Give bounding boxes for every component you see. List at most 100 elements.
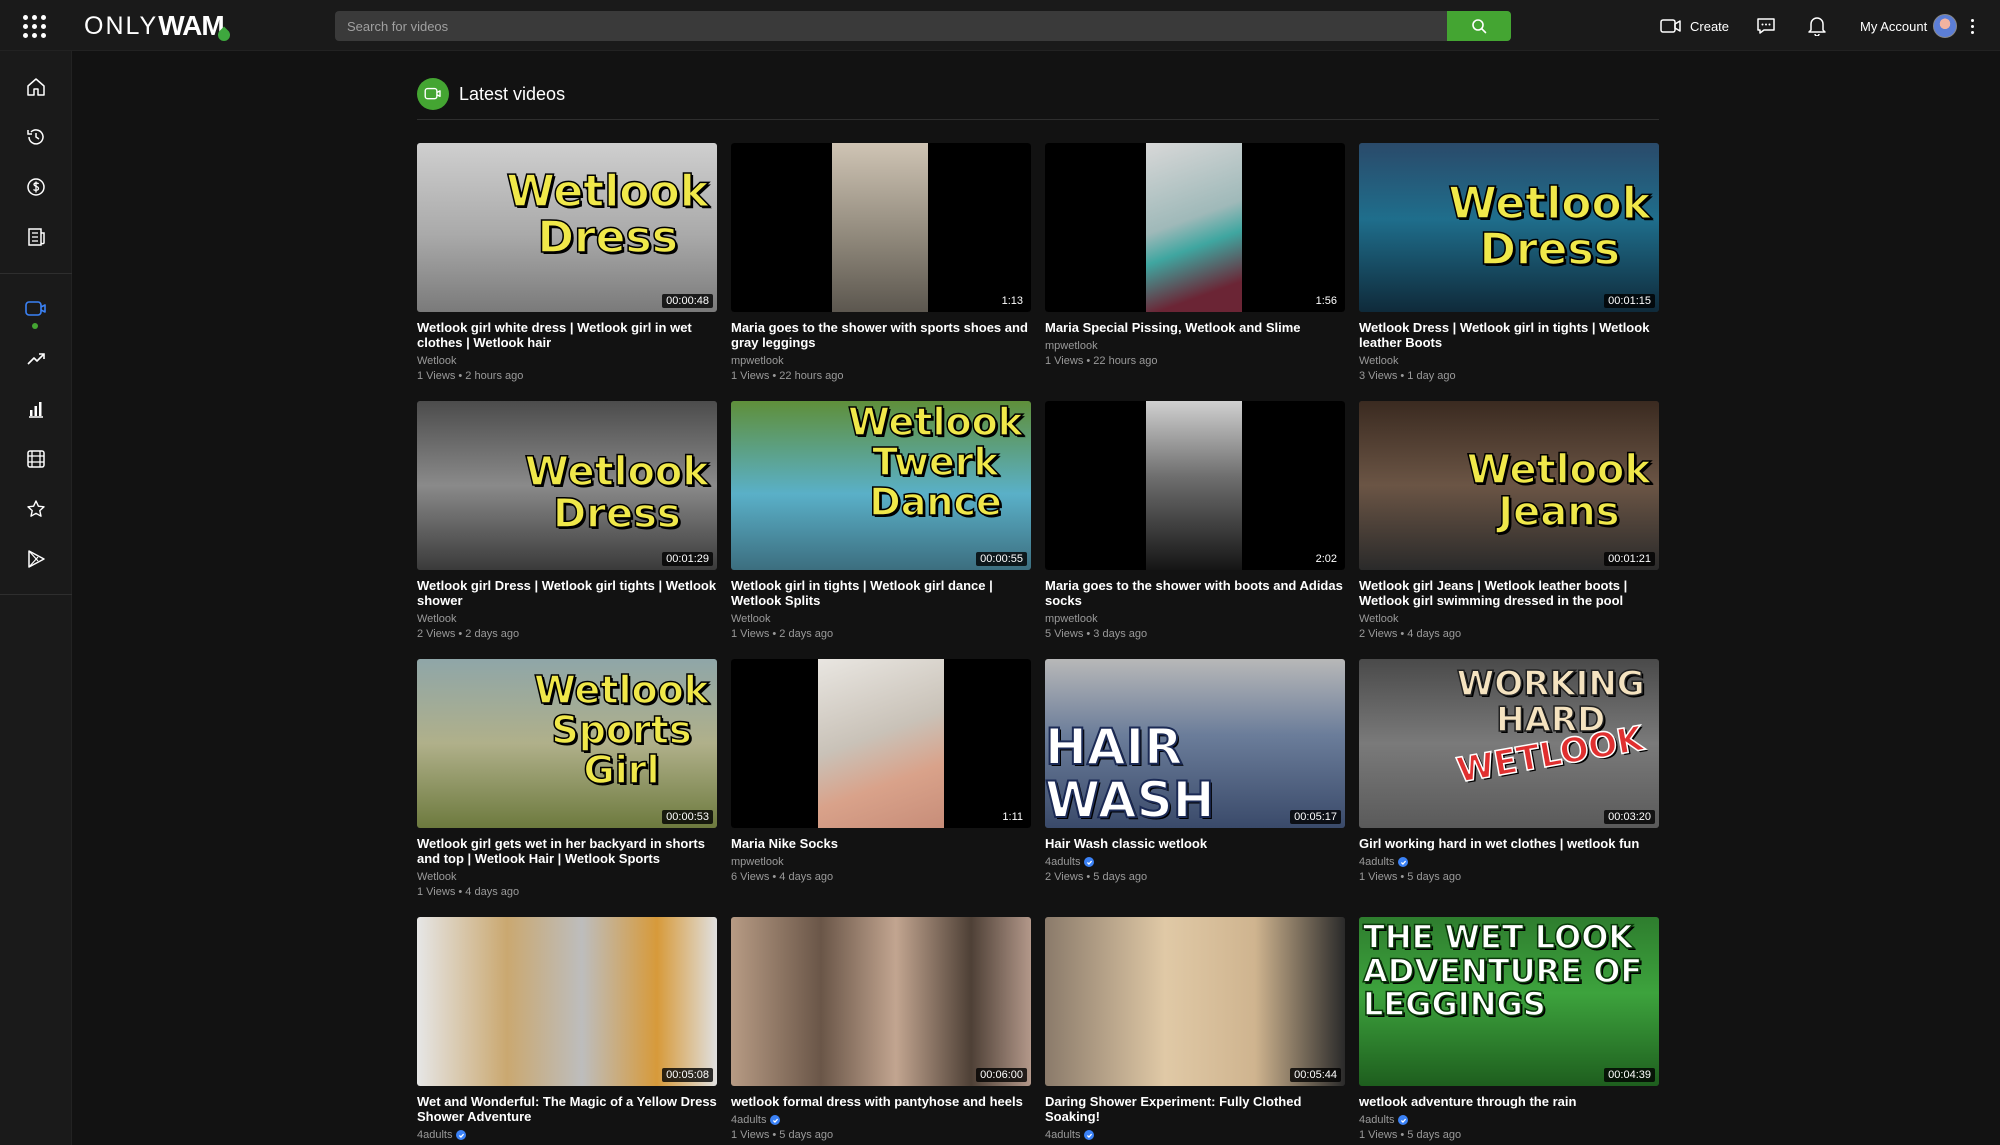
- video-title[interactable]: Wet and Wonderful: The Magic of a Yellow…: [417, 1094, 717, 1124]
- video-thumbnail[interactable]: 00:05:44: [1045, 917, 1345, 1086]
- channel-link[interactable]: Wetlook: [731, 613, 1031, 625]
- channel-link[interactable]: 4adults: [1045, 856, 1345, 868]
- video-card[interactable]: Wetlook Twerk Dance 00:00:55 Wetlook girl in…: [731, 401, 1031, 659]
- video-title[interactable]: Maria goes to the shower with sports sho…: [731, 320, 1031, 350]
- channel-link[interactable]: 4adults: [731, 1114, 1031, 1126]
- sidebar-item-trending[interactable]: [16, 339, 56, 379]
- video-card[interactable]: Wetlook Dress 00:01:29 Wetlook girl Dress |…: [417, 401, 717, 659]
- video-thumbnail[interactable]: Wetlook Dress 00:00:48: [417, 143, 717, 312]
- video-title[interactable]: wetlook adventure through the rain: [1359, 1094, 1659, 1109]
- video-thumbnail[interactable]: HAIR WASH 00:05:17: [1045, 659, 1345, 828]
- video-card[interactable]: 00:06:00 wetlook formal dress with pantyh…: [731, 917, 1031, 1145]
- channel-link[interactable]: Wetlook: [417, 355, 717, 367]
- trending-icon: [27, 353, 45, 365]
- video-thumbnail[interactable]: Wetlook Sports Girl 00:00:53: [417, 659, 717, 828]
- channel-name: Wetlook: [417, 355, 457, 367]
- thumbnail-overlay-text: Wetlook Dress: [524, 450, 710, 536]
- channel-link[interactable]: 4adults: [1359, 1114, 1659, 1126]
- channel-link[interactable]: 4adults: [417, 1129, 717, 1141]
- video-title[interactable]: Wetlook girl Jeans | Wetlook leather boo…: [1359, 578, 1659, 608]
- sidebar-item-favorites[interactable]: [16, 489, 56, 529]
- film-icon: [27, 450, 45, 468]
- channel-name: 4adults: [1045, 856, 1081, 868]
- overlay-line: Twerk: [871, 439, 999, 484]
- sidebar-item-monetization[interactable]: [16, 167, 56, 207]
- play-store-icon: [28, 550, 45, 568]
- duration-badge: 00:01:15: [1604, 294, 1655, 308]
- channel-link[interactable]: Wetlook: [417, 871, 717, 883]
- sidebar-item-statistics[interactable]: [16, 389, 56, 429]
- video-thumbnail[interactable]: WORKING HARD WETLOOK 00:03:20: [1359, 659, 1659, 828]
- video-thumbnail[interactable]: Wetlook Twerk Dance 00:00:55: [731, 401, 1031, 570]
- video-thumbnail[interactable]: 1:13: [731, 143, 1031, 312]
- video-card[interactable]: 1:11 Maria Nike Socks mpwetlook 6 Views • 4…: [731, 659, 1031, 917]
- notifications-button[interactable]: [1805, 14, 1829, 38]
- video-thumbnail[interactable]: THE WET LOOK ADVENTURE OF LEGGINGS 00:04:39: [1359, 917, 1659, 1086]
- channel-link[interactable]: mpwetlook: [1045, 340, 1345, 352]
- duration-badge: 00:05:44: [1290, 1068, 1341, 1082]
- video-title[interactable]: Maria goes to the shower with boots and …: [1045, 578, 1345, 608]
- video-card[interactable]: Wetlook Sports Girl 00:00:53 Wetlook girl ge…: [417, 659, 717, 917]
- search-input[interactable]: [335, 11, 1446, 41]
- video-card[interactable]: 1:56 Maria Special Pissing, Wetlook and S…: [1045, 143, 1345, 401]
- search-button[interactable]: [1447, 11, 1511, 41]
- video-card[interactable]: 00:05:08 Wet and Wonderful: The Magic of …: [417, 917, 717, 1145]
- video-thumbnail[interactable]: 00:05:08: [417, 917, 717, 1086]
- video-title[interactable]: Wetlook girl Dress | Wetlook girl tights…: [417, 578, 717, 608]
- video-title[interactable]: wetlook formal dress with pantyhose and …: [731, 1094, 1031, 1109]
- channel-link[interactable]: mpwetlook: [731, 856, 1031, 868]
- messages-button[interactable]: [1754, 14, 1778, 38]
- video-title[interactable]: Wetlook Dress | Wetlook girl in tights |…: [1359, 320, 1659, 350]
- video-thumbnail[interactable]: 1:11: [731, 659, 1031, 828]
- video-thumbnail[interactable]: Wetlook Dress 00:01:15: [1359, 143, 1659, 312]
- video-thumbnail[interactable]: 2:02: [1045, 401, 1345, 570]
- video-card[interactable]: Wetlook Dress 00:00:48 Wetlook girl white d…: [417, 143, 717, 401]
- video-title[interactable]: Maria Special Pissing, Wetlook and Slime: [1045, 320, 1345, 335]
- thumbnail-image: [731, 917, 1031, 1086]
- video-card[interactable]: 1:13 Maria goes to the shower with sports…: [731, 143, 1031, 401]
- channel-link[interactable]: mpwetlook: [731, 355, 1031, 367]
- video-title[interactable]: Hair Wash classic wetlook: [1045, 836, 1345, 851]
- video-title[interactable]: Wetlook girl in tights | Wetlook girl da…: [731, 578, 1031, 608]
- video-card[interactable]: 00:05:44 Daring Shower Experiment: Fully …: [1045, 917, 1345, 1145]
- create-button[interactable]: Create: [1660, 14, 1729, 38]
- sidebar-item-home[interactable]: [16, 67, 56, 107]
- channel-link[interactable]: Wetlook: [1359, 613, 1659, 625]
- video-thumbnail[interactable]: 00:06:00: [731, 917, 1031, 1086]
- sidebar-item-history[interactable]: [16, 117, 56, 157]
- channel-name: Wetlook: [417, 871, 457, 883]
- sidebar-item-playlists[interactable]: [16, 539, 56, 579]
- video-title[interactable]: Wetlook girl gets wet in her backyard in…: [417, 836, 717, 866]
- site-logo[interactable]: ONLY WAM: [84, 8, 233, 44]
- video-card[interactable]: Wetlook Dress 00:01:15 Wetlook Dress | Wetl…: [1359, 143, 1659, 401]
- sidebar-item-movies[interactable]: [16, 439, 56, 479]
- video-title[interactable]: Wetlook girl white dress | Wetlook girl …: [417, 320, 717, 350]
- video-card[interactable]: HAIR WASH 00:05:17 Hair Wash classic wetlo…: [1045, 659, 1345, 917]
- video-card[interactable]: WORKING HARD WETLOOK 00:03:20 Girl working h…: [1359, 659, 1659, 917]
- channel-link[interactable]: Wetlook: [417, 613, 717, 625]
- account-menu[interactable]: My Account: [1860, 12, 1975, 40]
- video-thumbnail[interactable]: 1:56: [1045, 143, 1345, 312]
- channel-link[interactable]: Wetlook: [1359, 355, 1659, 367]
- apps-grid-icon[interactable]: [22, 14, 46, 38]
- video-thumbnail[interactable]: Wetlook Jeans 00:01:21: [1359, 401, 1659, 570]
- more-vertical-icon[interactable]: [1971, 18, 1975, 34]
- channel-name: 4adults: [417, 1129, 453, 1141]
- video-card[interactable]: Wetlook Jeans 00:01:21 Wetlook girl Jeans |…: [1359, 401, 1659, 659]
- video-thumbnail[interactable]: Wetlook Dress 00:01:29: [417, 401, 717, 570]
- thumbnail-overlay-text: Wetlook Sports Girl: [533, 669, 710, 791]
- video-title[interactable]: Girl working hard in wet clothes | wetlo…: [1359, 836, 1659, 851]
- channel-link[interactable]: mpwetlook: [1045, 613, 1345, 625]
- video-title[interactable]: Daring Shower Experiment: Fully Clothed …: [1045, 1094, 1345, 1124]
- sidebar-item-articles[interactable]: [16, 217, 56, 257]
- channel-link[interactable]: 4adults: [1045, 1129, 1345, 1141]
- channel-name: Wetlook: [417, 613, 457, 625]
- video-card[interactable]: 2:02 Maria goes to the shower with boots …: [1045, 401, 1345, 659]
- channel-link[interactable]: 4adults: [1359, 856, 1659, 868]
- video-meta: 1 Views • 5 days ago: [1359, 1129, 1462, 1141]
- video-meta: 1 Views • 22 hours ago: [731, 370, 844, 382]
- video-card[interactable]: THE WET LOOK ADVENTURE OF LEGGINGS 00:04:39…: [1359, 917, 1659, 1145]
- duration-badge: 00:03:20: [1604, 810, 1655, 824]
- search-icon: [1472, 19, 1487, 34]
- video-title[interactable]: Maria Nike Socks: [731, 836, 1031, 851]
